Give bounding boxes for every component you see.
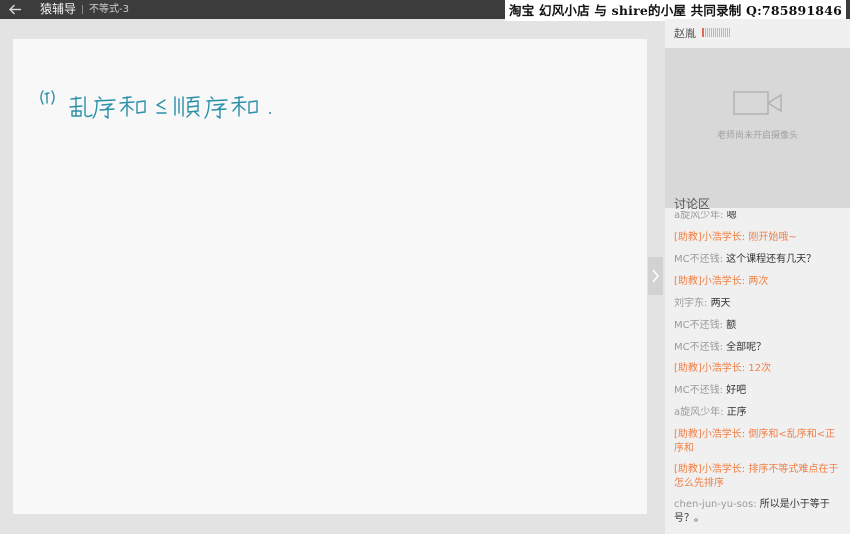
- audio-level-icon: [702, 28, 730, 37]
- chevron-right-icon: [652, 269, 659, 283]
- chat-message: [助教]小浩学长: 排序不等式难点在于怎么先排序: [674, 464, 839, 489]
- chat-message: [助教]小浩学长: 刚开始哦~: [674, 232, 797, 243]
- back-arrow-icon[interactable]: [7, 0, 23, 19]
- video-camera-icon: [733, 91, 782, 115]
- lesson-title: 不等式-3: [89, 4, 129, 15]
- chat-message: [助教]小浩学长: 两次: [674, 276, 769, 287]
- teacher-name: 赵胤: [674, 27, 696, 40]
- handwritten-note: [40, 90, 271, 119]
- chat-message: [助教]小浩学长: 12次: [674, 363, 772, 374]
- chat-message: 刘宇东: 两天: [674, 298, 731, 309]
- chat-title: 讨论区: [674, 197, 711, 211]
- whiteboard-canvas[interactable]: [13, 39, 647, 514]
- panel-collapse-button[interactable]: [648, 257, 663, 295]
- app-title: 猿辅导: [40, 2, 77, 16]
- chat-message: MC不还钱: 好吧: [674, 385, 747, 396]
- right-panel: 赵胤 老师尚未开启摄像头 讨论区 a旋风少年: 嗯 [助教]小浩学长: 刚开始哦…: [665, 19, 850, 534]
- teacher-video-area: 老师尚未开启摄像头: [665, 48, 850, 208]
- chat-message: chen-jun-yu-sos: 所以是小于等于号？。: [674, 499, 830, 524]
- recording-watermark: 淘宝 幻风小店 与 shire的小屋 共同录制 Q:785891846: [505, 0, 846, 21]
- chat-message: MC不还钱: 全部呢？: [674, 342, 767, 353]
- chat-message: a旋风少年: 正序: [674, 407, 747, 418]
- chat-message: a旋风少年: 嗯: [674, 211, 737, 221]
- camera-status-text: 老师尚未开启摄像头: [716, 131, 798, 141]
- chat-message: MC不还钱: 额: [674, 320, 737, 331]
- title-divider: [82, 5, 83, 14]
- chat-message: [助教]小浩学长: 倒序和<乱序和<正序和: [674, 429, 836, 454]
- chat-message: MC不还钱: 这个课程还有几天？: [674, 254, 817, 265]
- chat-message-list[interactable]: a旋风少年: 嗯 [助教]小浩学长: 刚开始哦~ MC不还钱: 这个课程还有几天…: [665, 211, 850, 534]
